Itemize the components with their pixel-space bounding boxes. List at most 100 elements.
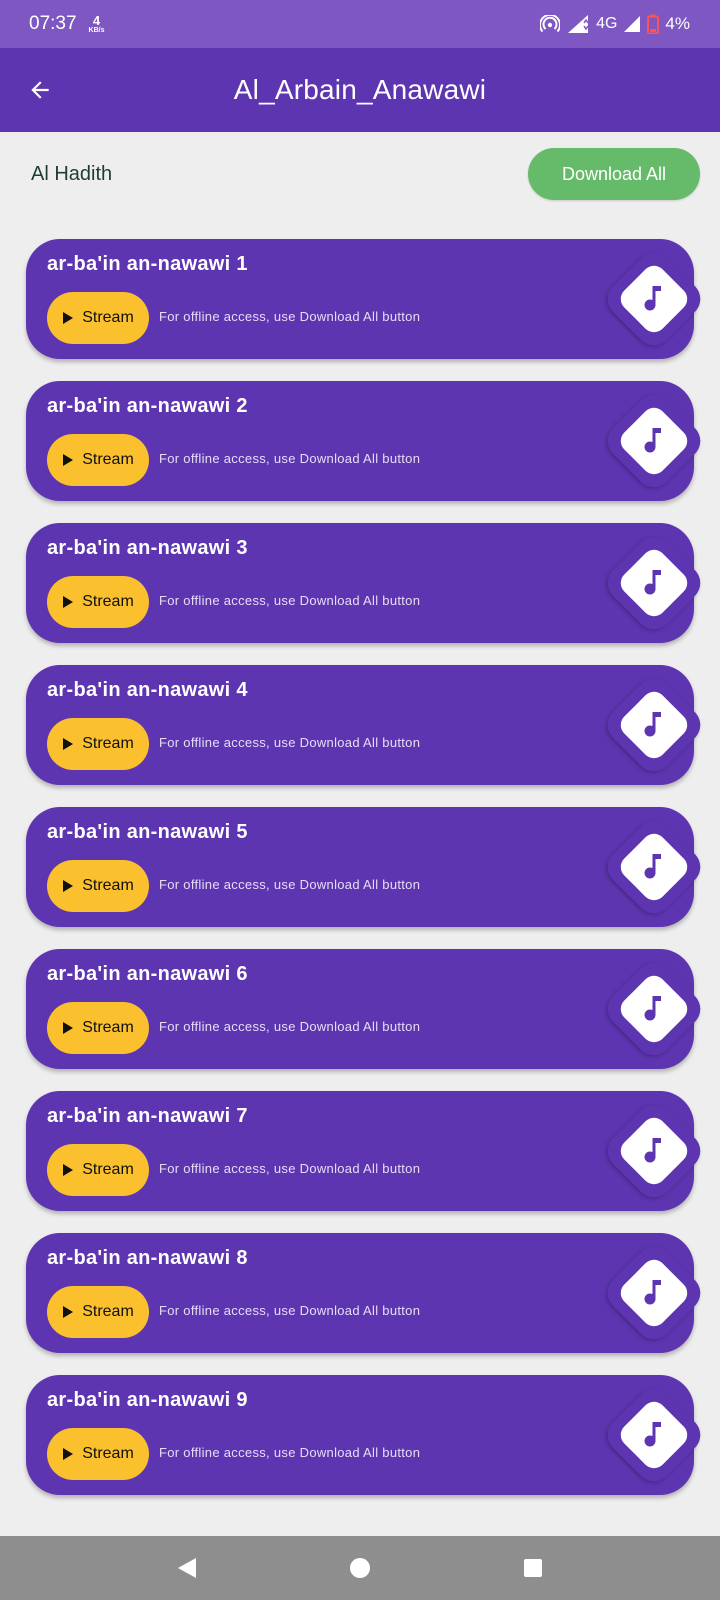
- track-title: ar-ba'in an-nawawi 7: [47, 1105, 248, 1127]
- offline-note: For offline access, use Download All but…: [159, 1161, 421, 1176]
- music-note-icon: [644, 570, 661, 595]
- nav-home-button[interactable]: [336, 1544, 384, 1592]
- music-badge: [600, 245, 708, 353]
- offline-note: For offline access, use Download All but…: [159, 735, 421, 750]
- track-card: ar-ba'in an-nawawi 9 Stream For offline …: [26, 1375, 708, 1495]
- play-icon: [63, 1164, 74, 1176]
- track-list: ar-ba'in an-nawawi 1 Stream For offline …: [26, 239, 708, 1517]
- track-title: ar-ba'in an-nawawi 2: [47, 395, 248, 417]
- music-note-icon: [644, 428, 661, 453]
- section-header: Al Hadith Download All: [0, 132, 720, 216]
- net-speed-unit: KB/s: [88, 27, 105, 34]
- track-card: ar-ba'in an-nawawi 1 Stream For offline …: [26, 239, 708, 359]
- status-bar: 07:37 4 KB/s 4G 4%: [0, 0, 720, 48]
- track-title: ar-ba'in an-nawawi 8: [47, 1247, 248, 1269]
- back-button[interactable]: [20, 70, 60, 110]
- track-card: ar-ba'in an-nawawi 6 Stream For offline …: [26, 949, 708, 1069]
- music-note-icon: [644, 712, 661, 737]
- status-right: 4G 4%: [540, 14, 690, 34]
- music-badge: [600, 955, 708, 1063]
- music-note-icon: [644, 1422, 661, 1447]
- offline-note: For offline access, use Download All but…: [159, 309, 421, 324]
- play-icon: [63, 1022, 74, 1034]
- track-card: ar-ba'in an-nawawi 5 Stream For offline …: [26, 807, 708, 927]
- track-card: ar-ba'in an-nawawi 7 Stream For offline …: [26, 1091, 708, 1211]
- track-card: ar-ba'in an-nawawi 2 Stream For offline …: [26, 381, 708, 501]
- home-circle-icon: [349, 1558, 370, 1578]
- play-icon: [63, 1448, 74, 1460]
- stream-button-label: Stream: [82, 1303, 134, 1320]
- music-badge: [600, 1381, 708, 1489]
- music-note-icon: [644, 854, 661, 879]
- stream-button-label: Stream: [82, 1161, 134, 1178]
- status-left: 07:37 4 KB/s: [29, 13, 105, 35]
- track-card: ar-ba'in an-nawawi 4 Stream For offline …: [26, 665, 708, 785]
- music-note-icon: [644, 1280, 661, 1305]
- track-card: ar-ba'in an-nawawi 8 Stream For offline …: [26, 1233, 708, 1353]
- stream-button[interactable]: Stream: [47, 718, 149, 770]
- music-badge: [600, 387, 708, 495]
- net-speed: 4 KB/s: [89, 14, 105, 34]
- track-title: ar-ba'in an-nawawi 5: [47, 821, 248, 843]
- battery-percent: 4%: [665, 14, 690, 33]
- offline-note: For offline access, use Download All but…: [159, 1019, 421, 1034]
- arrow-left-icon: [31, 81, 49, 99]
- signal-icon: [566, 14, 590, 34]
- track-card: ar-ba'in an-nawawi 3 Stream For offline …: [26, 523, 708, 643]
- stream-button[interactable]: Stream: [47, 292, 149, 344]
- page-title: Al_Arbain_Anawawi: [233, 74, 487, 105]
- play-icon: [63, 312, 74, 324]
- stream-button[interactable]: Stream: [47, 1002, 149, 1054]
- stream-button[interactable]: Stream: [47, 860, 149, 912]
- hotspot-icon: [540, 15, 561, 33]
- battery-low-icon: [647, 14, 660, 34]
- track-title: ar-ba'in an-nawawi 9: [47, 1389, 248, 1411]
- status-time: 07:37: [29, 13, 77, 34]
- stream-button-label: Stream: [82, 451, 134, 468]
- stream-button-label: Stream: [82, 1019, 134, 1036]
- back-triangle-icon: [177, 1558, 196, 1578]
- stream-button[interactable]: Stream: [47, 1286, 149, 1338]
- network-type: 4G: [596, 15, 618, 32]
- music-badge: [600, 1097, 708, 1205]
- offline-note: For offline access, use Download All but…: [159, 1445, 421, 1460]
- stream-button[interactable]: Stream: [47, 1428, 149, 1480]
- signal-icon: [623, 15, 641, 33]
- offline-note: For offline access, use Download All but…: [159, 877, 421, 892]
- track-title: ar-ba'in an-nawawi 1: [47, 253, 248, 275]
- music-badge: [600, 813, 708, 921]
- recents-square-icon: [524, 1559, 543, 1577]
- nav-recents-button[interactable]: [509, 1544, 557, 1592]
- track-title: ar-ba'in an-nawawi 4: [47, 679, 248, 701]
- stream-button-label: Stream: [82, 1445, 134, 1462]
- section-label: Al Hadith: [31, 162, 113, 185]
- offline-note: For offline access, use Download All but…: [159, 593, 421, 608]
- download-all-button[interactable]: Download All: [528, 148, 700, 200]
- stream-button-label: Stream: [82, 309, 134, 326]
- music-badge: [600, 671, 708, 779]
- offline-note: For offline access, use Download All but…: [159, 451, 421, 466]
- nav-back-button[interactable]: [163, 1544, 211, 1592]
- offline-note: For offline access, use Download All but…: [159, 1303, 421, 1318]
- track-title: ar-ba'in an-nawawi 6: [47, 963, 248, 985]
- stream-button-label: Stream: [82, 593, 134, 610]
- music-note-icon: [644, 286, 661, 311]
- track-title: ar-ba'in an-nawawi 3: [47, 537, 248, 559]
- music-note-icon: [644, 1138, 661, 1163]
- net-speed-value: 4: [92, 13, 101, 28]
- stream-button[interactable]: Stream: [47, 576, 149, 628]
- music-badge: [600, 1239, 708, 1347]
- system-nav-bar: [0, 1536, 720, 1600]
- stream-button-label: Stream: [82, 877, 134, 894]
- stream-button-label: Stream: [82, 735, 134, 752]
- play-icon: [63, 738, 74, 750]
- app-bar: Al_Arbain_Anawawi: [0, 48, 720, 132]
- music-note-icon: [644, 996, 661, 1021]
- play-icon: [63, 596, 74, 608]
- play-icon: [63, 880, 74, 892]
- music-badge: [600, 529, 708, 637]
- play-icon: [63, 454, 74, 466]
- play-icon: [63, 1306, 74, 1318]
- stream-button[interactable]: Stream: [47, 434, 149, 486]
- stream-button[interactable]: Stream: [47, 1144, 149, 1196]
